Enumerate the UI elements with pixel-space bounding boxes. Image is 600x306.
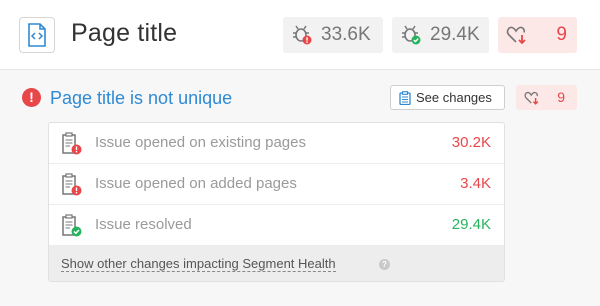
pages-ok-value: 29.4K [430,24,480,45]
change-label: Issue opened on added pages [95,175,297,192]
change-label: Issue opened on existing pages [95,134,306,151]
help-icon[interactable]: ? [379,259,390,270]
table-row[interactable]: Issue resolved 29.4K [49,205,504,246]
issue-health-badge: 9 [516,85,577,110]
document-ok-icon [61,214,83,243]
issue-header: ! Page title is not unique See changes 9 [22,85,582,112]
issue-panel: ! Page title is not unique See changes 9 [0,70,600,306]
pages-with-issues-stat[interactable]: 33.6K [283,17,383,53]
health-impact-value: 9 [556,24,567,45]
issue-health-value: 9 [557,89,565,105]
bug-ok-icon [400,24,422,46]
change-value: 29.4K [451,216,491,233]
table-row[interactable]: Issue opened on existing pages 30.2K [49,123,504,164]
heart-down-icon [524,90,540,106]
changes-footer: Show other changes impacting Segment Hea… [49,246,504,281]
document-error-icon [61,132,83,161]
heart-down-icon [506,24,528,46]
page-title: Page title [71,19,178,47]
see-changes-button[interactable]: See changes [390,85,505,110]
alert-circle-icon: ! [22,88,41,107]
table-row[interactable]: Issue opened on added pages 3.4K [49,164,504,205]
pages-with-issues-value: 33.6K [321,24,371,45]
header: Page title 33.6K 29.4K 9 [0,0,600,70]
document-error-icon [61,173,83,202]
health-impact-stat[interactable]: 9 [498,17,577,53]
change-value: 30.2K [451,134,491,151]
segment-health-changes-link[interactable]: Show other changes impacting Segment Hea… [61,256,336,272]
changes-table: Issue opened on existing pages 30.2K Iss… [48,122,505,282]
see-changes-label: See changes [416,90,492,105]
change-value: 3.4K [460,175,491,192]
change-label: Issue resolved [95,216,192,233]
clipboard-icon [399,90,411,105]
code-file-icon [19,17,55,53]
bug-error-icon [291,24,313,46]
pages-ok-stat[interactable]: 29.4K [392,17,489,53]
issue-title[interactable]: Page title is not unique [50,88,232,109]
